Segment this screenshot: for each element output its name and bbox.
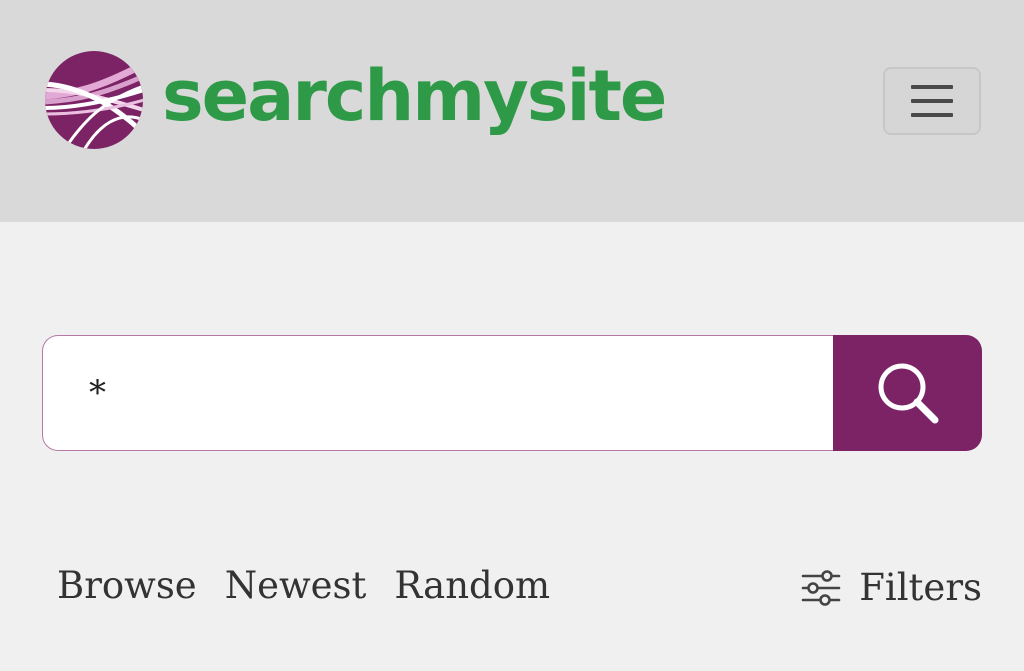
menu-toggle-button[interactable] (883, 67, 981, 135)
search-input[interactable] (42, 335, 833, 451)
random-link[interactable]: Random (394, 558, 550, 614)
filters-toggle[interactable]: Filters (801, 560, 982, 616)
search-form (42, 335, 982, 451)
sliders-icon (801, 570, 841, 606)
hamburger-icon (911, 85, 953, 117)
site-header: searchmysite (0, 0, 1024, 222)
newest-link[interactable]: Newest (225, 558, 367, 614)
filters-label: Filters (859, 566, 982, 609)
search-button[interactable] (833, 335, 982, 451)
site-name: searchmysite (162, 55, 667, 137)
searchmysite-logo-icon (45, 51, 143, 149)
search-icon (878, 363, 938, 424)
nav-links: Browse Newest Random (57, 558, 578, 614)
browse-link[interactable]: Browse (57, 558, 197, 614)
home-logo-link[interactable]: searchmysite (44, 50, 667, 150)
